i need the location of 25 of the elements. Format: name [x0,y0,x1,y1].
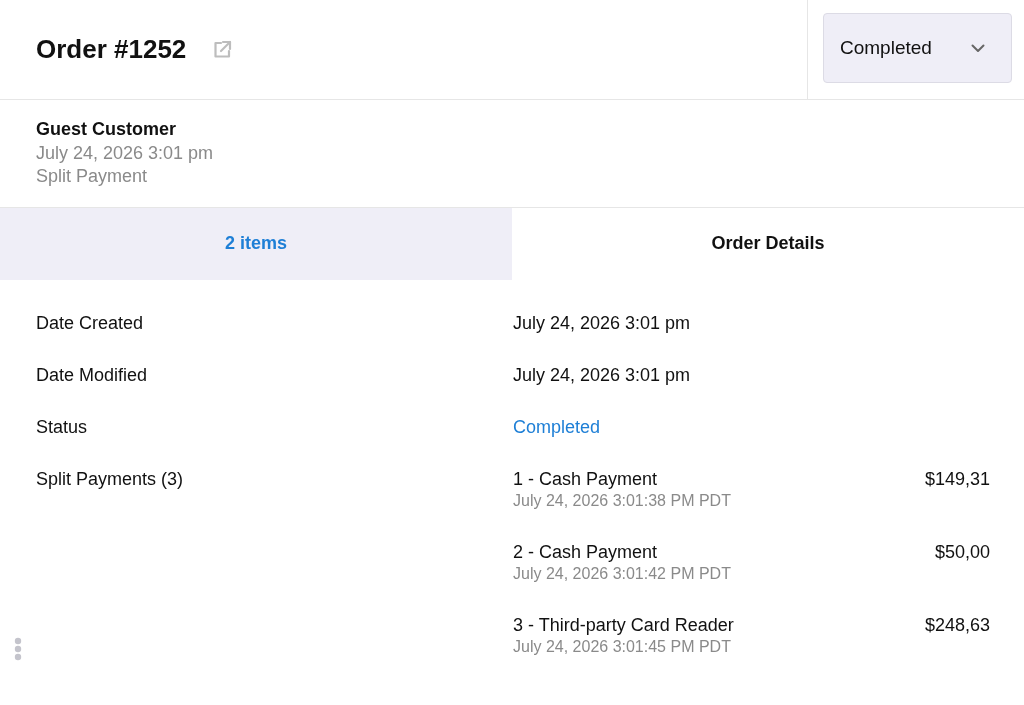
payment-method: Split Payment [36,165,149,188]
payment-time: July 24, 2026 3:01:45 PM PDT [513,636,732,657]
detail-label: Split Payments (3) [36,467,185,491]
order-date: July 24, 2026 3:01 pm [36,141,215,165]
customer-name: Guest Customer [36,118,178,141]
tab[interactable]: 2 items [0,207,512,280]
detail-label: Date Modified [36,363,149,387]
external-link-icon[interactable] [212,39,233,60]
payment-amount: $50,00 [934,540,990,564]
status-value: Completed [513,415,602,439]
payment-amount: $149,31 [924,467,990,491]
payment-time: July 24, 2026 3:01:38 PM PDT [513,490,731,511]
detail-label: Status [36,415,89,439]
payment-name: 3 - Third-party Card Reader [513,613,734,637]
payment-name: 2 - Cash Payment [513,540,659,564]
payment-time: July 24, 2026 3:01:42 PM PDT [513,563,731,584]
status-dropdown[interactable]: Completed [823,13,1012,83]
detail-label: Date Created [36,311,145,335]
order-title: Order #1252 [36,33,187,66]
payment-name: 1 - Cash Payment [513,467,659,491]
drag-handle-icon[interactable] [14,637,22,661]
payment-amount: $248,63 [924,613,990,637]
chevron-down-icon [971,43,985,53]
detail-value: July 24, 2026 3:01 pm [513,363,692,387]
detail-value: July 24, 2026 3:01 pm [513,311,692,335]
